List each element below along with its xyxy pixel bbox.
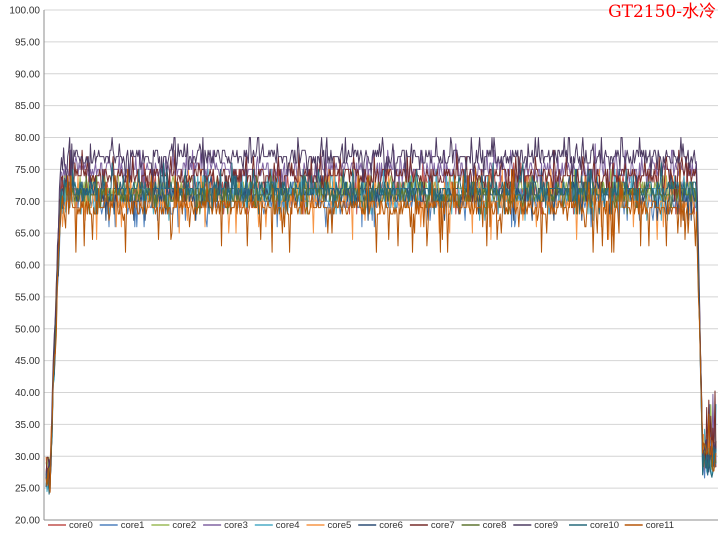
y-tick-label: 25.00 xyxy=(15,484,40,495)
y-tick-label: 40.00 xyxy=(15,388,40,399)
legend-label: core5 xyxy=(328,520,352,531)
y-tick-label: 65.00 xyxy=(15,229,40,240)
legend-item-core1: core1 xyxy=(99,520,145,531)
series-line-core8 xyxy=(45,175,717,485)
y-tick-label: 85.00 xyxy=(15,101,40,112)
legend-label: core10 xyxy=(590,520,619,531)
legend-item-core7: core7 xyxy=(409,520,455,531)
legend-item-core11: core11 xyxy=(624,520,674,531)
y-tick-label: 55.00 xyxy=(15,292,40,303)
legend-item-core8: core8 xyxy=(461,520,507,531)
chart-title: GT2150-水冷 xyxy=(608,2,716,22)
legend-label: core8 xyxy=(483,520,507,531)
y-tick-label: 100.00 xyxy=(9,6,40,17)
y-tick-label: 70.00 xyxy=(15,197,40,208)
y-tick-label: 60.00 xyxy=(15,261,40,272)
line-chart: 20.00 25.00 30.00 35.00 40.00 45.00 50.00 55.00… xyxy=(9,2,718,531)
series-line-core5 xyxy=(45,168,717,474)
legend-label: core1 xyxy=(121,520,145,531)
legend-item-core3: core3 xyxy=(203,520,248,531)
legend-label: core7 xyxy=(431,520,455,531)
legend-label: core6 xyxy=(379,520,403,531)
y-tick-label: 20.00 xyxy=(15,516,40,527)
legend-item-core0: core0 xyxy=(48,520,93,531)
series-line-core11 xyxy=(45,168,717,493)
y-tick-label: 50.00 xyxy=(15,324,40,335)
legend-item-core9: core9 xyxy=(513,520,558,531)
legend-item-core10: core10 xyxy=(569,520,619,531)
y-tick-label: 75.00 xyxy=(15,165,40,176)
legend-label: core0 xyxy=(69,520,93,531)
y-axis-tick-labels: 20.00 25.00 30.00 35.00 40.00 45.00 50.00 55.00… xyxy=(9,6,40,527)
legend-item-core5: core5 xyxy=(306,520,352,531)
y-tick-label: 35.00 xyxy=(15,420,40,431)
series-line-core2 xyxy=(45,168,717,476)
y-tick-label: 80.00 xyxy=(15,133,40,144)
chart-page: 20.00 25.00 30.00 35.00 40.00 45.00 50.00 55.00… xyxy=(0,0,720,541)
legend-item-core4: core4 xyxy=(254,520,300,531)
gridlines xyxy=(44,9,718,489)
legend-item-core6: core6 xyxy=(358,520,403,531)
y-tick-label: 95.00 xyxy=(15,37,40,48)
y-tick-label: 30.00 xyxy=(15,452,40,463)
y-tick-label: 45.00 xyxy=(15,356,40,367)
legend-item-core2: core2 xyxy=(151,520,196,531)
legend: core0 core1 core2 core3 core4 core5 core6 core7… xyxy=(48,520,674,531)
legend-label: core9 xyxy=(534,520,558,531)
legend-label: core4 xyxy=(276,520,300,531)
series-line-core4 xyxy=(45,168,717,493)
legend-label: core11 xyxy=(646,520,674,531)
legend-label: core2 xyxy=(172,520,196,531)
legend-label: core3 xyxy=(224,520,248,531)
y-tick-label: 90.00 xyxy=(15,69,40,80)
series-lines xyxy=(45,137,717,495)
series-line-core1 xyxy=(45,175,717,489)
